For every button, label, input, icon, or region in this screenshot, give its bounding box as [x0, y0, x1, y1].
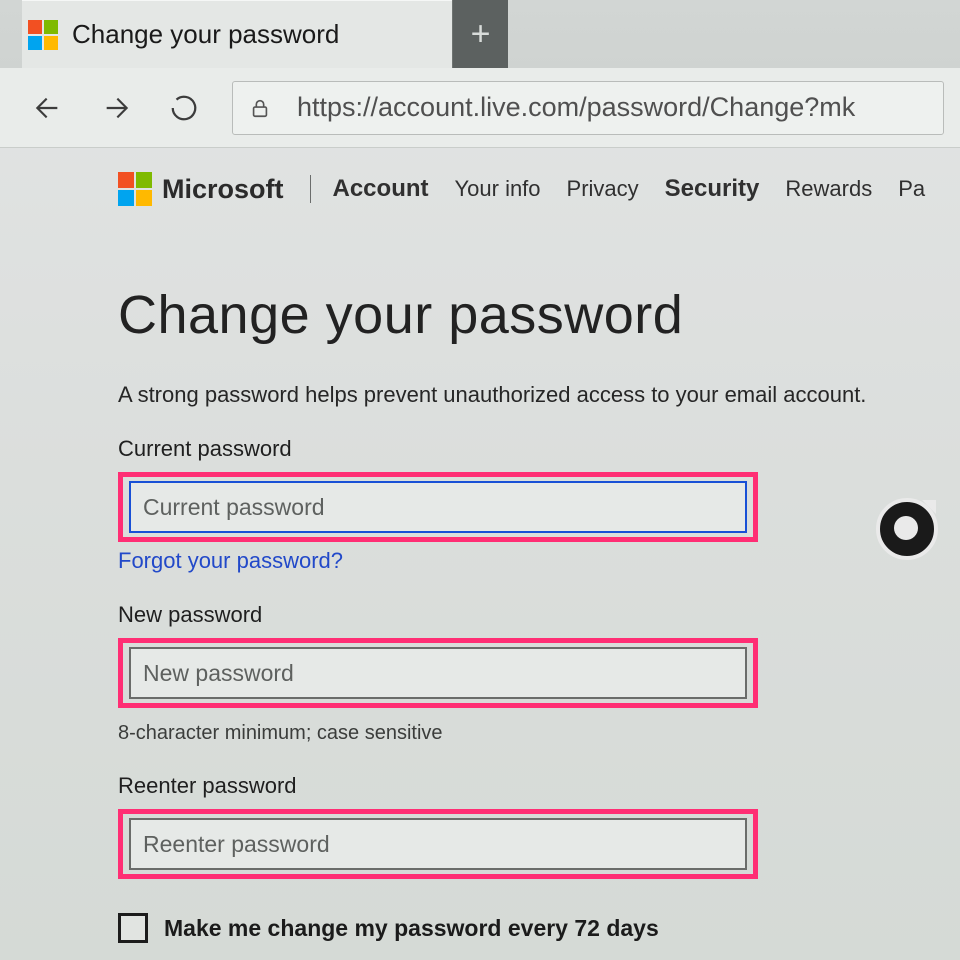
microsoft-logo-icon: [28, 20, 58, 50]
browser-tab-title: Change your password: [72, 19, 339, 50]
page-subtitle: A strong password helps prevent unauthor…: [118, 382, 960, 408]
current-password-input[interactable]: [129, 481, 747, 533]
browser-tab-active[interactable]: Change your password: [22, 0, 452, 68]
divider: [310, 175, 311, 203]
annotation-highlight: [118, 472, 758, 542]
annotation-marker-icon: [876, 498, 938, 560]
password-expiry-label: Make me change my password every 72 days: [164, 915, 659, 942]
reenter-password-input[interactable]: [129, 818, 747, 870]
reenter-password-label: Reenter password: [118, 773, 960, 799]
new-tab-button[interactable]: +: [452, 0, 508, 68]
site-header: Microsoft Account Your info Privacy Secu…: [118, 172, 960, 206]
nav-security[interactable]: Security: [665, 175, 760, 203]
nav-rewards[interactable]: Rewards: [785, 176, 872, 202]
nav-more[interactable]: Pa: [898, 176, 925, 202]
forward-button[interactable]: [96, 88, 136, 128]
nav-yourinfo[interactable]: Your info: [455, 176, 541, 202]
page-content: Microsoft Account Your info Privacy Secu…: [0, 148, 960, 943]
new-password-label: New password: [118, 602, 960, 628]
password-expiry-row: Make me change my password every 72 days: [118, 913, 960, 943]
plus-icon: +: [471, 15, 491, 54]
site-nav: Account Your info Privacy Security Rewar…: [333, 175, 926, 203]
brand[interactable]: Microsoft: [118, 172, 284, 206]
lock-icon: [249, 95, 271, 121]
current-password-group: Current password Forgot your password?: [118, 436, 960, 574]
microsoft-logo-icon: [118, 172, 152, 206]
current-password-label: Current password: [118, 436, 960, 462]
password-expiry-checkbox[interactable]: [118, 913, 148, 943]
new-password-input[interactable]: [129, 647, 747, 699]
address-url: https://account.live.com/password/Change…: [297, 92, 855, 123]
page-title: Change your password: [118, 284, 960, 346]
new-password-group: New password 8-character minimum; case s…: [118, 602, 960, 745]
browser-toolbar: https://account.live.com/password/Change…: [0, 68, 960, 148]
annotation-highlight: [118, 638, 758, 708]
nav-privacy[interactable]: Privacy: [567, 176, 639, 202]
browser-tab-strip: Change your password +: [0, 0, 960, 68]
arrow-left-icon: [32, 92, 64, 124]
address-bar[interactable]: https://account.live.com/password/Change…: [232, 81, 944, 135]
forgot-password-link[interactable]: Forgot your password?: [118, 548, 960, 574]
arrow-right-icon: [100, 92, 132, 124]
password-hint: 8-character minimum; case sensitive: [118, 722, 960, 745]
brand-text: Microsoft: [162, 174, 284, 205]
refresh-icon: [169, 93, 199, 123]
refresh-button[interactable]: [164, 88, 204, 128]
annotation-highlight: [118, 809, 758, 879]
nav-account[interactable]: Account: [333, 175, 429, 203]
back-button[interactable]: [28, 88, 68, 128]
reenter-password-group: Reenter password: [118, 773, 960, 879]
